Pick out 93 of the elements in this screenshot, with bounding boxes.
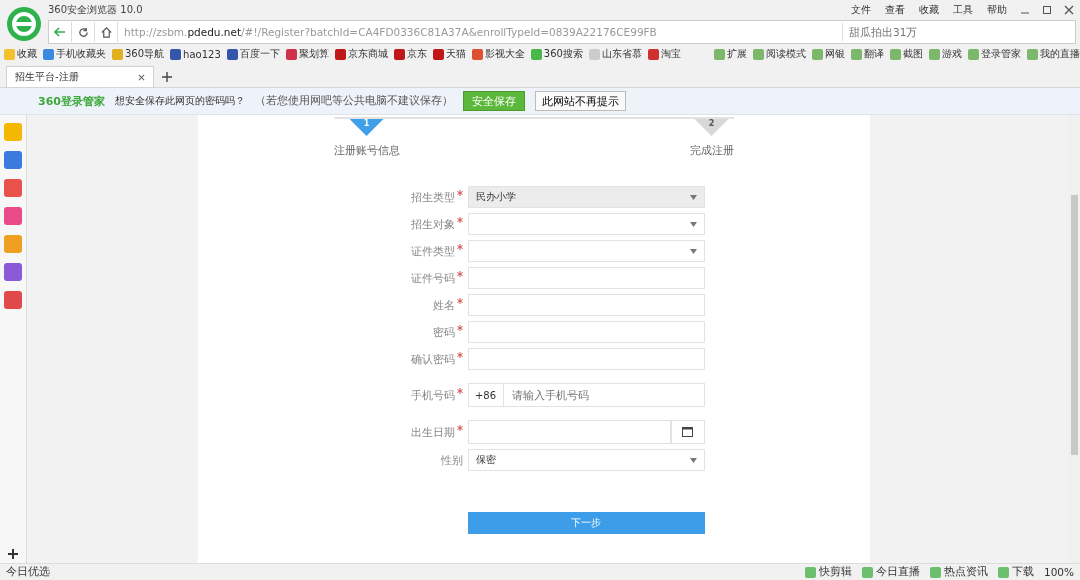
bookmark-item[interactable]: 收藏 <box>4 47 37 61</box>
field-label: 出生日期 <box>410 424 455 440</box>
save-password-prompt: 想安全保存此网页的密码吗？ <box>114 94 245 108</box>
toolbar-item[interactable]: 网银 <box>812 47 845 61</box>
field-label: 招生类型 <box>410 189 455 205</box>
bookmark-item[interactable]: 手机收藏夹 <box>43 47 106 61</box>
never-for-site-button[interactable]: 此网站不再提示 <box>534 91 626 111</box>
menu-item[interactable]: 查看 <box>878 3 912 17</box>
new-tab-icon[interactable] <box>162 72 172 82</box>
url-field[interactable]: http://zsbm.pdedu.net/#!/Register?batchId=CA4FD0336C81A37A&enrollTypeId=0839A22176CE99FB <box>118 26 842 38</box>
field-label: 性别 <box>440 452 463 468</box>
bookmark-item[interactable]: 百度一下 <box>226 47 280 61</box>
field-label: 招生对象 <box>410 216 455 232</box>
required-asterisk-icon <box>456 324 463 331</box>
scrollbar-thumb[interactable] <box>1070 195 1078 455</box>
toolbar-item[interactable]: 阅读模式 <box>753 47 806 61</box>
country-code: +86 <box>467 383 504 407</box>
caret-icon <box>689 194 697 200</box>
required-asterisk-icon <box>456 270 463 277</box>
bookmark-item[interactable]: hao123 <box>170 48 221 60</box>
bookmark-item[interactable]: 山东省慕 <box>588 47 642 61</box>
required-asterisk-icon <box>456 243 463 250</box>
required-asterisk-icon <box>456 297 463 304</box>
toolbar-item[interactable]: 登录管家 <box>968 47 1021 61</box>
caret-icon <box>689 457 697 463</box>
status-item[interactable]: 下载 <box>997 565 1034 579</box>
menu-item[interactable]: 收藏 <box>912 3 946 17</box>
status-item[interactable]: 快剪辑 <box>804 565 852 579</box>
field-label: 证件号码 <box>410 270 455 286</box>
required-asterisk-icon <box>456 387 463 394</box>
input-field[interactable] <box>467 321 705 343</box>
step-marker: 1 <box>349 119 384 136</box>
caret-icon <box>689 221 697 227</box>
step-marker: 2 <box>694 119 729 136</box>
step-label: 完成注册 <box>689 144 734 158</box>
field-label: 姓名 <box>432 297 455 313</box>
menu-item[interactable]: 工具 <box>946 3 980 17</box>
input-field[interactable] <box>467 267 705 289</box>
back-arrow-icon <box>54 27 66 37</box>
bookmark-item[interactable]: 影视大全 <box>471 47 525 61</box>
caret-icon <box>689 248 697 254</box>
bookmark-item[interactable]: 淘宝 <box>647 47 681 61</box>
field-label: 手机号码 <box>410 387 455 403</box>
calendar-icon <box>682 427 694 437</box>
dropdown-field[interactable] <box>467 240 705 262</box>
toolbar-item[interactable]: 截图 <box>890 47 923 61</box>
required-asterisk-icon <box>456 424 463 431</box>
phone-field[interactable]: 请输入手机号码 <box>503 383 705 407</box>
bookmark-item[interactable]: 京东商城 <box>334 47 388 61</box>
menu-item[interactable]: 帮助 <box>980 3 1014 17</box>
reload-icon <box>77 26 89 38</box>
sidebar-app-icon[interactable] <box>4 291 22 309</box>
sidebar-app-icon[interactable] <box>4 123 22 141</box>
password-manager-brand: 360登录管家 <box>38 93 105 109</box>
menu-item[interactable]: 文件 <box>844 3 878 17</box>
required-asterisk-icon <box>456 216 463 223</box>
toolbar-item[interactable]: 翻译 <box>851 47 884 61</box>
status-item[interactable]: 今日直播 <box>861 565 920 579</box>
sidebar-app-icon[interactable] <box>4 207 22 225</box>
bookmark-item[interactable]: 聚划算 <box>285 47 329 61</box>
bookmark-item[interactable]: 京东 <box>393 47 427 61</box>
browser-logo-icon <box>6 6 42 42</box>
daily-picks-link[interactable]: 今日优选 <box>6 565 50 579</box>
toolbar-item[interactable]: 游戏 <box>929 47 962 61</box>
bookmark-item[interactable]: 天猫 <box>432 47 466 61</box>
toolbar-item[interactable]: 扩展 <box>714 47 747 61</box>
browser-tab[interactable]: 招生平台-注册 <box>6 66 154 87</box>
status-item[interactable]: 热点资讯 <box>929 565 988 579</box>
required-asterisk-icon <box>456 189 463 196</box>
field-label: 确认密码 <box>410 351 455 367</box>
home-icon <box>100 26 112 38</box>
input-field[interactable] <box>467 294 705 316</box>
zoom-level[interactable]: 100% <box>1043 566 1074 578</box>
sidebar-app-icon[interactable] <box>4 179 22 197</box>
dropdown-field[interactable] <box>467 213 705 235</box>
bookmark-item[interactable]: 360导航 <box>112 47 165 61</box>
toolbar-item[interactable]: 我的直播 <box>1027 47 1080 61</box>
date-field[interactable] <box>467 420 671 444</box>
sidebar-app-icon[interactable] <box>4 263 22 281</box>
required-asterisk-icon <box>456 351 463 358</box>
prompt-note: （若您使用网吧等公共电脑不建议保存） <box>254 94 453 108</box>
calendar-button[interactable] <box>670 420 705 444</box>
window-title: 360安全浏览器 10.0 <box>48 3 144 17</box>
add-icon[interactable] <box>8 549 18 559</box>
dropdown-field[interactable]: 保密 <box>467 449 705 471</box>
step-label: 注册账号信息 <box>333 144 400 158</box>
field-label: 密码 <box>432 324 455 340</box>
input-field[interactable] <box>467 348 705 370</box>
bookmark-item[interactable]: 360搜索 <box>530 47 583 61</box>
sidebar-app-icon[interactable] <box>4 151 22 169</box>
sidebar-app-icon[interactable] <box>4 235 22 253</box>
close-tab-icon[interactable] <box>138 73 145 81</box>
field-label: 证件类型 <box>410 243 455 259</box>
